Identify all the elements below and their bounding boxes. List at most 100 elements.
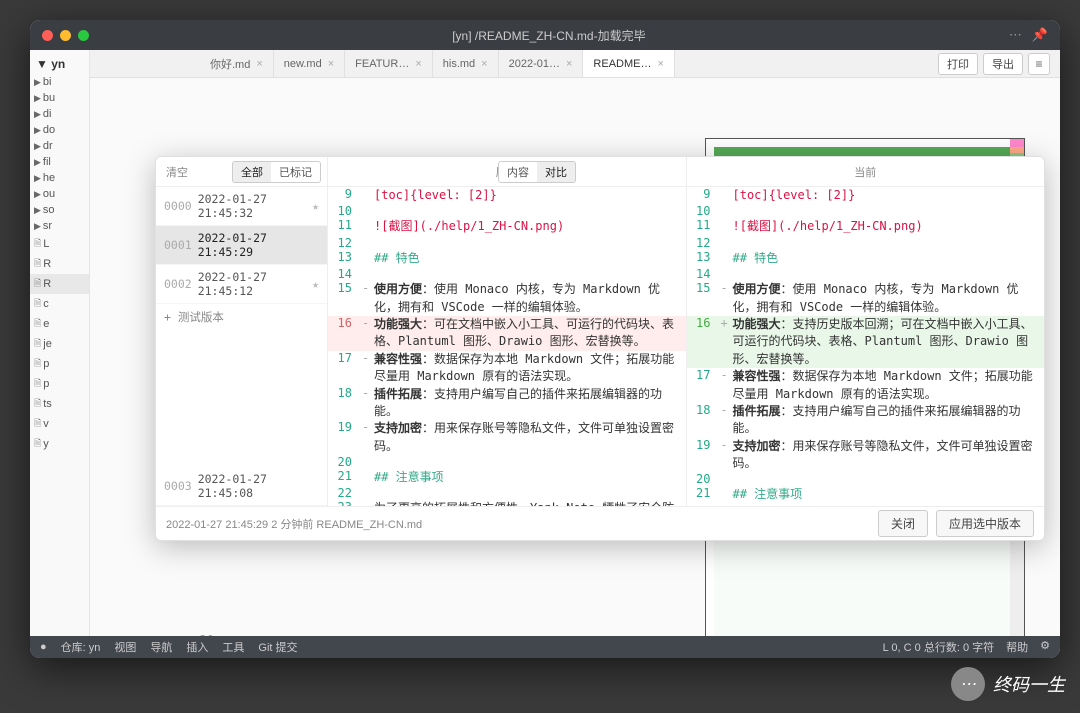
diff-line: 20 <box>328 455 686 469</box>
diff-line: 18-插件拓展：支持用户编写自己的插件来拓展编辑器的功能。 <box>328 386 686 421</box>
tab-bar: 你好.md×new.md×FEATUR…×his.md×2022-01…×REA… <box>90 50 1060 78</box>
tab-close-icon[interactable]: × <box>566 58 572 70</box>
status-nav[interactable]: 导航 <box>150 639 172 655</box>
tab[interactable]: FEATUR…× <box>345 50 433 77</box>
diff-line: 10 <box>328 204 686 218</box>
pin-icon[interactable]: 📌 <box>1032 27 1048 43</box>
diff-line: 13## 特色 <box>687 250 1045 267</box>
diff-line: 19-支持加密：用来保存账号等隐私文件，文件可单独设置密码。 <box>328 420 686 455</box>
diff-line: 10 <box>687 204 1045 218</box>
sidebar-item[interactable]: ▶bi <box>30 74 89 90</box>
sidebar-item[interactable]: ▶he <box>30 170 89 186</box>
diff-line: 11![截图](./help/1_ZH-CN.png) <box>687 218 1045 235</box>
maximize-icon[interactable] <box>78 30 89 41</box>
diff-line: 19-支持加密：用来保存账号等隐私文件，文件可单独设置密码。 <box>687 438 1045 473</box>
diff-line: 14 <box>328 267 686 281</box>
clear-history-button[interactable]: 清空 <box>156 164 198 180</box>
export-button[interactable]: 导出 <box>983 53 1023 75</box>
status-git[interactable]: Git 提交 <box>258 639 297 655</box>
diff-line: 14 <box>687 267 1045 281</box>
filter-all-button[interactable]: 全部 <box>233 162 271 182</box>
diff-line: 16-功能强大：可在文档中嵌入小工具、可运行的代码块、表格、Plantuml 图… <box>328 316 686 351</box>
sidebar-item[interactable]: ▶dr <box>30 138 89 154</box>
close-button[interactable]: 关闭 <box>878 510 928 537</box>
diff-line: 21## 注意事项 <box>328 469 686 486</box>
minimize-icon[interactable] <box>60 30 71 41</box>
sidebar-item[interactable]: 🗎je <box>30 334 89 354</box>
diff-line: 12 <box>328 236 686 250</box>
settings-icon[interactable]: ⚙ <box>1040 639 1050 655</box>
statusbar: ● 仓库: yn 视图 导航 插入 工具 Git 提交 L 0, C 0 总行数… <box>30 636 1060 658</box>
tab-close-icon[interactable]: × <box>328 58 334 70</box>
status-position: L 0, C 0 总行数: 0 字符 <box>883 639 994 655</box>
sidebar-item[interactable]: ▶so <box>30 202 89 218</box>
sidebar-item[interactable]: 🗎ts <box>30 394 89 414</box>
filter-marked-button[interactable]: 已标记 <box>271 162 320 182</box>
current-col-title: 当前 <box>854 164 876 180</box>
sidebar-item[interactable]: 🗎L <box>30 234 89 254</box>
sidebar-item[interactable]: ▶fil <box>30 154 89 170</box>
sidebar-item[interactable]: ▶sr <box>30 218 89 234</box>
status-view[interactable]: 视图 <box>114 639 136 655</box>
titlebar: [yn] /README_ZH-CN.md-加载完毕 ⋯ 📌 <box>30 20 1060 50</box>
print-button[interactable]: 打印 <box>938 53 978 75</box>
sidebar-item[interactable]: 🗎c <box>30 294 89 314</box>
status-help[interactable]: 帮助 <box>1006 639 1028 655</box>
editor-background: 2021## 注意事项22 <box>190 633 302 636</box>
sidebar-item[interactable]: 🗎e <box>30 314 89 334</box>
star-icon[interactable]: ★ <box>312 199 319 213</box>
tab[interactable]: 2022-01…× <box>499 50 584 77</box>
tab-close-icon[interactable]: × <box>256 58 262 70</box>
watermark: ⋯ 终码一生 <box>951 667 1065 701</box>
diff-line: 12 <box>687 236 1045 250</box>
status-insert[interactable]: 插入 <box>186 639 208 655</box>
sidebar-item[interactable]: ▶do <box>30 122 89 138</box>
history-item[interactable]: 00032022-01-27 21:45:08 <box>156 467 327 506</box>
sidebar-item[interactable]: 🗎R <box>30 254 89 274</box>
history-diff-modal: 清空 全部 已标记 历史 内容 对比 <box>155 156 1045 541</box>
list-icon[interactable]: ≡ <box>1028 53 1050 75</box>
diff-line: 11![截图](./help/1_ZH-CN.png) <box>328 218 686 235</box>
diff-line: 20 <box>687 472 1045 486</box>
sidebar-item[interactable]: 🗎v <box>30 414 89 434</box>
diff-line: 9[toc]{level: [2]} <box>687 187 1045 204</box>
content-view-button[interactable]: 内容 <box>499 162 537 182</box>
window-controls <box>42 30 89 41</box>
menu-icon[interactable]: ⋯ <box>1009 27 1022 43</box>
diff-line: 17-兼容性强：数据保存为本地 Markdown 文件；拓展功能尽量用 Mark… <box>687 368 1045 403</box>
star-icon[interactable]: ★ <box>312 277 319 291</box>
history-footer-info: 2022-01-27 21:45:29 2 分钟前 README_ZH-CN.m… <box>166 516 422 532</box>
diff-line: 13## 特色 <box>328 250 686 267</box>
sidebar-item[interactable]: 🗎R <box>30 274 89 294</box>
tab[interactable]: README…× <box>583 50 675 77</box>
sidebar-item[interactable]: ▶bu <box>30 90 89 106</box>
window-title: [yn] /README_ZH-CN.md-加载完毕 <box>89 27 1009 44</box>
sidebar-item[interactable]: ▶di <box>30 106 89 122</box>
diff-view-button[interactable]: 对比 <box>537 162 575 182</box>
tab[interactable]: new.md× <box>274 50 345 77</box>
history-item[interactable]: 00002022-01-27 21:45:32★ <box>156 187 327 226</box>
diff-line: 15-使用方便：使用 Monaco 内核，专为 Markdown 优化，拥有和 … <box>328 281 686 316</box>
diff-left-pane[interactable]: 9[toc]{level: [2]}1011![截图](./help/1_ZH-… <box>328 187 687 506</box>
status-dot: ● <box>40 641 47 653</box>
tab-close-icon[interactable]: × <box>415 58 421 70</box>
tab-close-icon[interactable]: × <box>657 58 663 70</box>
tab[interactable]: his.md× <box>433 50 499 77</box>
apply-version-button[interactable]: 应用选中版本 <box>936 510 1034 537</box>
sidebar-item[interactable]: ▶ou <box>30 186 89 202</box>
history-item[interactable]: 00012022-01-27 21:45:29 <box>156 226 327 265</box>
status-tool[interactable]: 工具 <box>222 639 244 655</box>
close-icon[interactable] <box>42 30 53 41</box>
history-item[interactable]: 00022022-01-27 21:45:12★ <box>156 265 327 304</box>
add-test-version-button[interactable]: + 测试版本 <box>156 304 327 330</box>
sidebar-root[interactable]: ▼ yn <box>30 54 89 74</box>
watermark-text: 终码一生 <box>993 671 1065 697</box>
sidebar-item[interactable]: 🗎p <box>30 354 89 374</box>
sidebar-item[interactable]: 🗎y <box>30 434 89 454</box>
sidebar-item[interactable]: 🗎p <box>30 374 89 394</box>
tab-close-icon[interactable]: × <box>481 58 487 70</box>
diff-right-pane[interactable]: 9[toc]{level: [2]}1011![截图](./help/1_ZH-… <box>687 187 1045 506</box>
tab[interactable]: 你好.md× <box>200 50 274 77</box>
status-repo[interactable]: 仓库: yn <box>61 639 101 655</box>
diff-line: 9[toc]{level: [2]} <box>328 187 686 204</box>
